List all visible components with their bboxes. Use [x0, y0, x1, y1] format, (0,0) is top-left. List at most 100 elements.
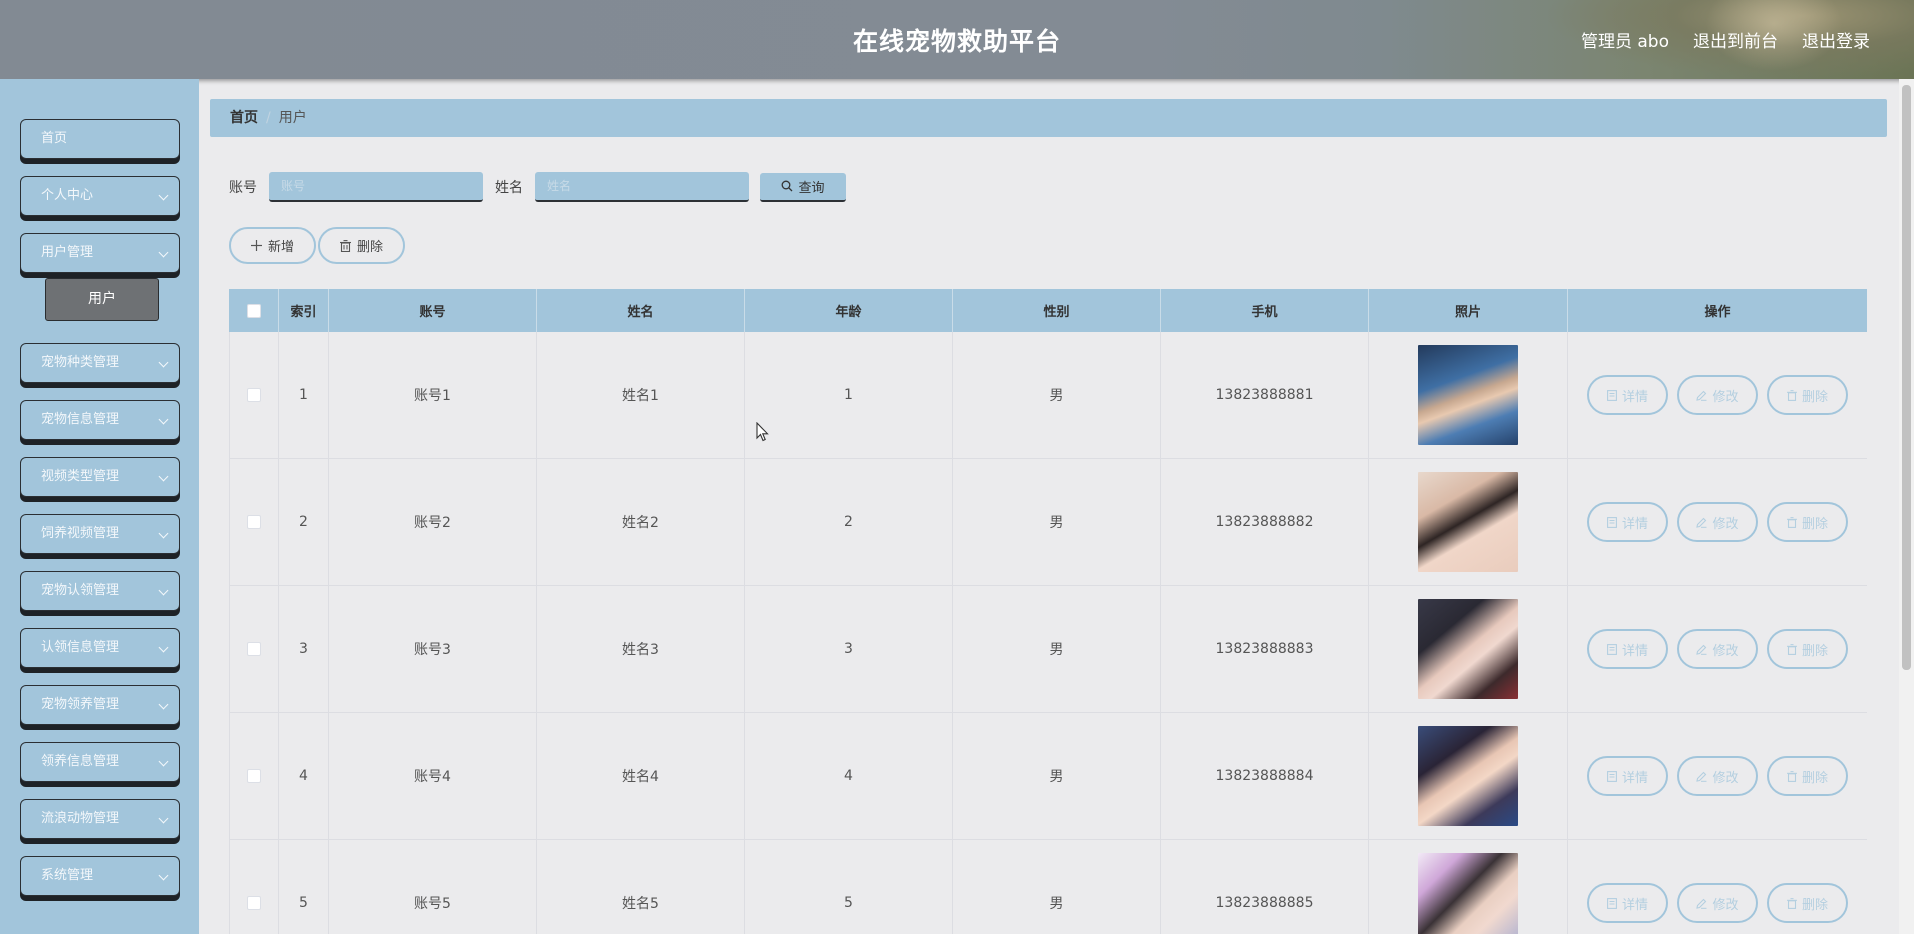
chevron-down-icon [158, 813, 169, 824]
column-header-name: 姓名 [537, 289, 745, 332]
chevron-down-icon [158, 585, 169, 596]
row-delete-button[interactable]: 删除 [1767, 375, 1848, 415]
user-photo[interactable] [1418, 599, 1518, 699]
sidebar-item-system[interactable]: 系统管理 [20, 856, 180, 896]
sidebar-item-adoption-info[interactable]: 领养信息管理 [20, 742, 180, 782]
pencil-icon [1696, 644, 1707, 655]
trash-icon [340, 239, 352, 252]
document-icon [1607, 389, 1617, 401]
batch-delete-button[interactable]: 删除 [318, 227, 406, 264]
name-search-input[interactable] [535, 172, 749, 202]
cell-gender: 男 [953, 332, 1161, 458]
breadcrumb-separator: / [266, 110, 271, 126]
sidebar-item-label: 个人中心 [41, 188, 94, 203]
sidebar-item-pet-claim[interactable]: 宠物认领管理 [20, 571, 180, 611]
sidebar-item-label: 流浪动物管理 [41, 811, 120, 826]
row-delete-label: 删除 [1801, 896, 1828, 912]
sidebar-item-user-management[interactable]: 用户管理 [20, 233, 180, 273]
chevron-down-icon [158, 642, 169, 653]
cell-name: 姓名3 [537, 586, 745, 712]
user-photo[interactable] [1418, 345, 1518, 445]
chevron-down-icon [158, 471, 169, 482]
cell-gender: 男 [953, 586, 1161, 712]
action-bar: 新增 删除 [229, 227, 406, 264]
column-header-photo: 照片 [1369, 289, 1568, 332]
edit-button[interactable]: 修改 [1677, 502, 1758, 542]
chevron-down-icon [158, 414, 169, 425]
detail-button[interactable]: 详情 [1587, 502, 1668, 542]
scrollbar-thumb[interactable] [1902, 85, 1911, 670]
cell-name: 姓名4 [537, 713, 745, 839]
exit-to-front-link[interactable]: 退出到前台 [1693, 27, 1778, 52]
column-header-gender: 性别 [953, 289, 1161, 332]
sidebar-item-stray-animals[interactable]: 流浪动物管理 [20, 799, 180, 839]
row-delete-button[interactable]: 删除 [1767, 502, 1848, 542]
row-delete-button[interactable]: 删除 [1767, 756, 1848, 796]
chevron-down-icon [158, 190, 169, 201]
sidebar-item-home[interactable]: 首页 [20, 119, 180, 159]
trash-icon [1786, 643, 1797, 655]
sidebar-item-feeding-video[interactable]: 饲养视频管理 [20, 514, 180, 554]
breadcrumb: 首页 / 用户 [210, 99, 1887, 137]
trash-icon [1786, 770, 1797, 782]
trash-icon [1786, 516, 1797, 528]
row-delete-label: 删除 [1801, 769, 1828, 785]
cell-index: 2 [279, 459, 329, 585]
edit-button-label: 修改 [1712, 388, 1739, 404]
column-header-age: 年龄 [745, 289, 953, 332]
detail-button[interactable]: 详情 [1587, 883, 1668, 923]
row-checkbox[interactable] [247, 769, 261, 783]
sidebar-item-pet-info[interactable]: 宠物信息管理 [20, 400, 180, 440]
add-button[interactable]: 新增 [229, 227, 317, 264]
row-checkbox[interactable] [247, 896, 261, 910]
edit-button[interactable]: 修改 [1677, 883, 1758, 923]
row-checkbox[interactable] [247, 515, 261, 529]
edit-button[interactable]: 修改 [1677, 756, 1758, 796]
sidebar-item-pet-adoption[interactable]: 宠物领养管理 [20, 685, 180, 725]
detail-button[interactable]: 详情 [1587, 756, 1668, 796]
trash-icon [1786, 389, 1797, 401]
detail-button-label: 详情 [1621, 896, 1648, 912]
sidebar-subitem-users[interactable]: 用户 [45, 278, 159, 321]
account-search-input[interactable] [269, 172, 483, 202]
select-all-checkbox[interactable] [246, 303, 261, 318]
detail-button[interactable]: 详情 [1587, 375, 1668, 415]
pencil-icon [1696, 390, 1707, 401]
sidebar-item-claim-info[interactable]: 认领信息管理 [20, 628, 180, 668]
cell-age: 2 [745, 459, 953, 585]
cell-index: 1 [279, 332, 329, 458]
search-bar: 账号 姓名 查询 [229, 172, 846, 202]
detail-button-label: 详情 [1621, 769, 1648, 785]
account-label: 账号 [229, 180, 257, 196]
cell-name: 姓名1 [537, 332, 745, 458]
breadcrumb-home[interactable]: 首页 [230, 110, 258, 126]
cell-account: 账号5 [329, 840, 537, 934]
top-header: 在线宠物救助平台 管理员 abo 退出到前台 退出登录 [0, 0, 1914, 79]
logout-link[interactable]: 退出登录 [1802, 27, 1870, 52]
detail-button[interactable]: 详情 [1587, 629, 1668, 669]
sidebar-item-label: 首页 [41, 131, 68, 146]
query-button[interactable]: 查询 [760, 172, 846, 202]
add-button-label: 新增 [268, 239, 295, 254]
user-photo[interactable] [1418, 726, 1518, 826]
cell-age: 5 [745, 840, 953, 934]
cell-gender: 男 [953, 840, 1161, 934]
table-row: 5 账号5 姓名5 5 男 13823888885 详情 修改 删除 [229, 840, 1867, 934]
edit-button[interactable]: 修改 [1677, 629, 1758, 669]
row-checkbox[interactable] [247, 642, 261, 656]
column-header-account: 账号 [329, 289, 537, 332]
edit-button[interactable]: 修改 [1677, 375, 1758, 415]
page-scrollbar[interactable] [1899, 79, 1914, 934]
sidebar-item-personal-center[interactable]: 个人中心 [20, 176, 180, 216]
row-checkbox[interactable] [247, 388, 261, 402]
user-photo[interactable] [1418, 472, 1518, 572]
user-photo[interactable] [1418, 853, 1518, 934]
sidebar-item-video-type[interactable]: 视频类型管理 [20, 457, 180, 497]
row-delete-button[interactable]: 删除 [1767, 629, 1848, 669]
sidebar-item-pet-category[interactable]: 宠物种类管理 [20, 343, 180, 383]
edit-button-label: 修改 [1712, 642, 1739, 658]
row-delete-button[interactable]: 删除 [1767, 883, 1848, 923]
chevron-down-icon [158, 247, 169, 258]
row-delete-label: 删除 [1801, 388, 1828, 404]
cell-account: 账号4 [329, 713, 537, 839]
